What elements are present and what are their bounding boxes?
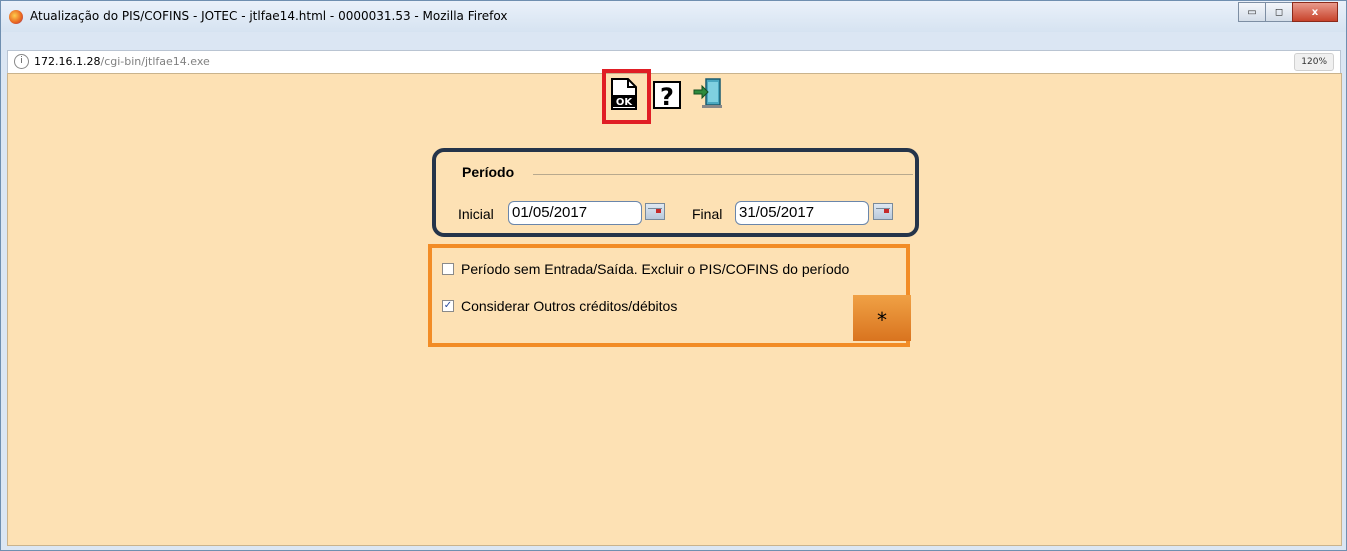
url-text[interactable]: 172.16.1.28/cgi-bin/jtlfae14.exe [34,55,210,68]
inicial-calendar-icon[interactable] [645,203,665,220]
star-button[interactable]: * [853,295,911,341]
sem-movimento-checkbox[interactable] [442,263,454,275]
exit-icon[interactable] [692,77,722,109]
svg-text:OK: OK [616,97,634,108]
info-icon[interactable]: i [14,54,29,69]
outros-label[interactable]: Considerar Outros créditos/débitos [461,298,677,314]
svg-text:?: ? [660,83,674,111]
zoom-indicator[interactable]: 120% [1294,53,1334,71]
close-button[interactable]: x [1292,2,1338,22]
final-date-input[interactable]: 31/05/2017 [735,201,869,225]
inicial-label: Inicial [458,206,494,222]
periodo-legend: Período [462,164,515,180]
sem-movimento-label[interactable]: Período sem Entrada/Saída. Excluir o PIS… [461,261,849,277]
browser-window: Atualização do PIS/COFINS - JOTEC - jtlf… [0,0,1347,551]
firefox-icon [9,10,23,24]
periodo-group: Período Inicial 01/05/2017 Final 31/05/2… [432,148,919,237]
final-calendar-icon[interactable] [873,203,893,220]
legend-divider [533,174,913,175]
page-content: OK ? Período Inicial 01/05/2017 Final 31… [7,69,1342,546]
url-host: 172.16.1.28 [34,55,101,68]
inicial-date-input[interactable]: 01/05/2017 [508,201,642,225]
minimize-button[interactable]: ▭ [1238,2,1266,22]
options-group: Período sem Entrada/Saída. Excluir o PIS… [428,244,911,347]
window-title: Atualização do PIS/COFINS - JOTEC - jtlf… [30,9,508,23]
ok-icon[interactable]: OK [609,78,639,110]
window-controls: ▭ ◻ x [1238,2,1338,22]
url-path: /cgi-bin/jtlfae14.exe [100,55,210,68]
help-icon[interactable]: ? [652,80,682,112]
final-label: Final [692,206,723,222]
title-bar: Atualização do PIS/COFINS - JOTEC - jtlf… [1,1,1346,32]
maximize-button[interactable]: ◻ [1265,2,1293,22]
outros-checkbox[interactable]: ✓ [442,300,454,312]
address-bar[interactable]: i 172.16.1.28/cgi-bin/jtlfae14.exe 120% [7,50,1341,74]
